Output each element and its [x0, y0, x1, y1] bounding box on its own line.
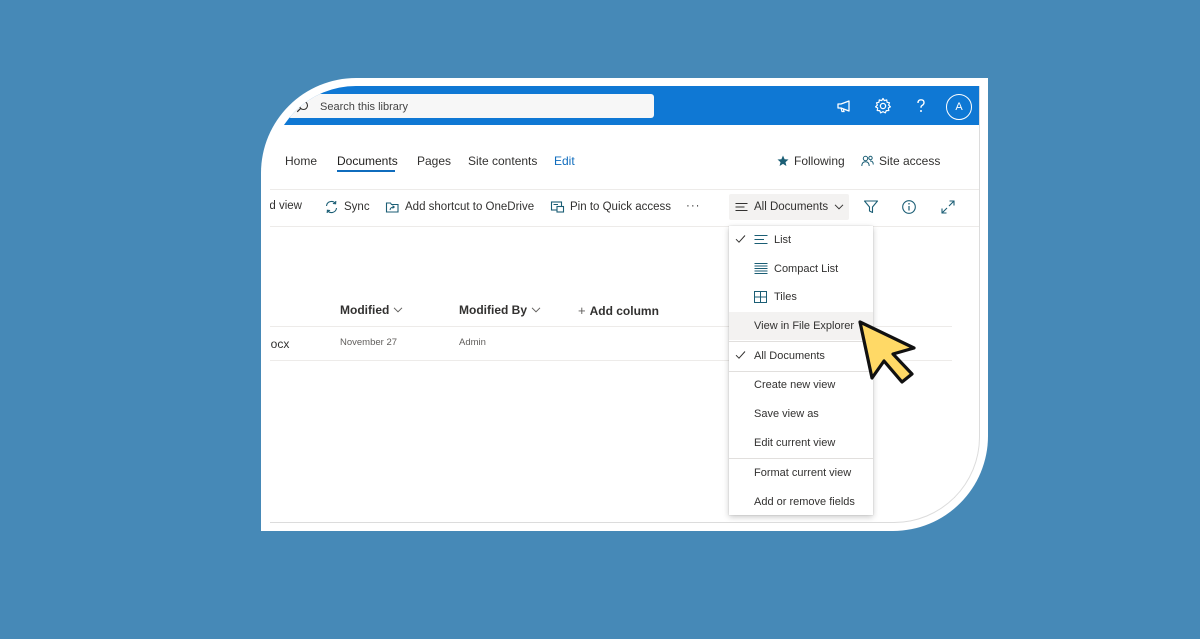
menu-item-label: Save view as — [754, 408, 819, 420]
chevron-down-icon — [393, 307, 403, 313]
modified-cell: November 27 — [340, 337, 398, 348]
column-header-modified[interactable]: Modified — [340, 303, 403, 317]
tiles-icon — [754, 291, 767, 303]
menu-item-format-current-view[interactable]: Format current view — [729, 459, 873, 487]
sync-button[interactable]: Sync — [324, 200, 370, 214]
avatar[interactable]: A — [946, 94, 972, 120]
nav-edit-link[interactable]: Edit — [554, 154, 575, 168]
add-column-label: Add column — [589, 303, 659, 318]
filter-icon[interactable] — [863, 199, 879, 215]
search-box[interactable] — [288, 94, 654, 118]
compact-list-icon — [754, 263, 768, 274]
modified-by-cell: Admin — [459, 337, 486, 348]
modified-header-label: Modified — [340, 303, 390, 317]
menu-item-list[interactable]: List — [729, 226, 873, 254]
pin-icon — [550, 200, 565, 214]
nav-site-contents[interactable]: Site contents — [468, 154, 537, 168]
screenshot-card: A Home Documents Pages Site contents Edi… — [261, 78, 988, 531]
add-shortcut-button[interactable]: Add shortcut to OneDrive — [385, 200, 534, 214]
list-icon — [754, 235, 768, 244]
gear-icon[interactable] — [873, 96, 893, 116]
menu-item-label: View in File Explorer — [754, 320, 855, 332]
chevron-down-icon — [834, 204, 844, 210]
nav-documents[interactable]: Documents — [337, 154, 398, 168]
chevron-down-icon — [531, 307, 541, 313]
star-icon — [777, 155, 789, 166]
nav-home[interactable]: Home — [285, 154, 317, 168]
plus-icon: + — [578, 303, 586, 318]
search-icon — [296, 100, 309, 113]
menu-item-label: Tiles — [774, 291, 797, 303]
menu-item-create-new-view[interactable]: Create new view — [729, 371, 873, 399]
file-name-link[interactable]: locx — [270, 337, 289, 351]
help-icon[interactable] — [911, 96, 931, 116]
following-button[interactable]: Following — [777, 154, 845, 168]
checkmark-icon — [735, 235, 746, 243]
add-shortcut-label: Add shortcut to OneDrive — [405, 201, 535, 213]
shortcut-icon — [385, 200, 400, 214]
column-header-modified-by[interactable]: Modified By — [459, 303, 541, 317]
nav-active-underline — [337, 170, 395, 172]
menu-item-label: Create new view — [754, 379, 836, 391]
site-access-button[interactable]: Site access — [861, 154, 940, 168]
menu-item-save-view-as[interactable]: Save view as — [729, 400, 873, 428]
list-view-icon — [735, 202, 748, 212]
menu-item-all-documents[interactable]: All Documents — [729, 342, 873, 370]
search-input[interactable] — [318, 97, 642, 117]
menu-item-label: Compact List — [774, 263, 839, 275]
pin-label: Pin to Quick access — [570, 201, 671, 213]
people-icon — [861, 155, 874, 167]
sync-label: Sync — [344, 201, 370, 213]
megaphone-icon[interactable] — [835, 96, 855, 116]
checkmark-icon — [735, 351, 746, 359]
menu-item-view-in-file-explorer[interactable]: View in File Explorer — [729, 312, 873, 340]
menu-item-label: All Documents — [754, 350, 825, 362]
info-icon[interactable] — [901, 199, 917, 215]
menu-item-label: List — [774, 234, 792, 246]
view-switcher-label: All Documents — [754, 201, 829, 213]
menu-item-tiles[interactable]: Tiles — [729, 283, 873, 311]
view-switcher-button[interactable]: All Documents — [729, 194, 849, 220]
mouse-pointer-icon — [858, 320, 916, 384]
pin-quick-access-button[interactable]: Pin to Quick access — [550, 200, 671, 214]
grid-view-label: rid view — [270, 200, 302, 212]
menu-item-compact-list[interactable]: Compact List — [729, 255, 873, 283]
view-dropdown-menu: List Compact List Tiles View in File Exp… — [729, 226, 873, 515]
modified-by-header-label: Modified By — [459, 303, 527, 317]
menu-item-add-remove-fields[interactable]: Add or remove fields — [729, 488, 873, 516]
add-column-button[interactable]: + Add column — [578, 303, 659, 318]
suite-bar: A — [270, 86, 979, 125]
site-access-label: Site access — [879, 154, 941, 168]
nav-divider — [270, 189, 979, 190]
sharepoint-window: A Home Documents Pages Site contents Edi… — [270, 86, 980, 523]
menu-item-edit-current-view[interactable]: Edit current view — [729, 429, 873, 457]
menu-item-label: Edit current view — [754, 437, 836, 449]
more-commands-button[interactable]: ··· — [686, 200, 701, 212]
nav-pages[interactable]: Pages — [417, 154, 451, 168]
expand-icon[interactable] — [940, 199, 956, 215]
following-label: Following — [794, 154, 845, 168]
grid-view-button[interactable]: rid view — [270, 200, 302, 212]
sync-icon — [324, 200, 339, 214]
menu-item-label: Add or remove fields — [754, 496, 855, 508]
menu-item-label: Format current view — [754, 467, 852, 479]
